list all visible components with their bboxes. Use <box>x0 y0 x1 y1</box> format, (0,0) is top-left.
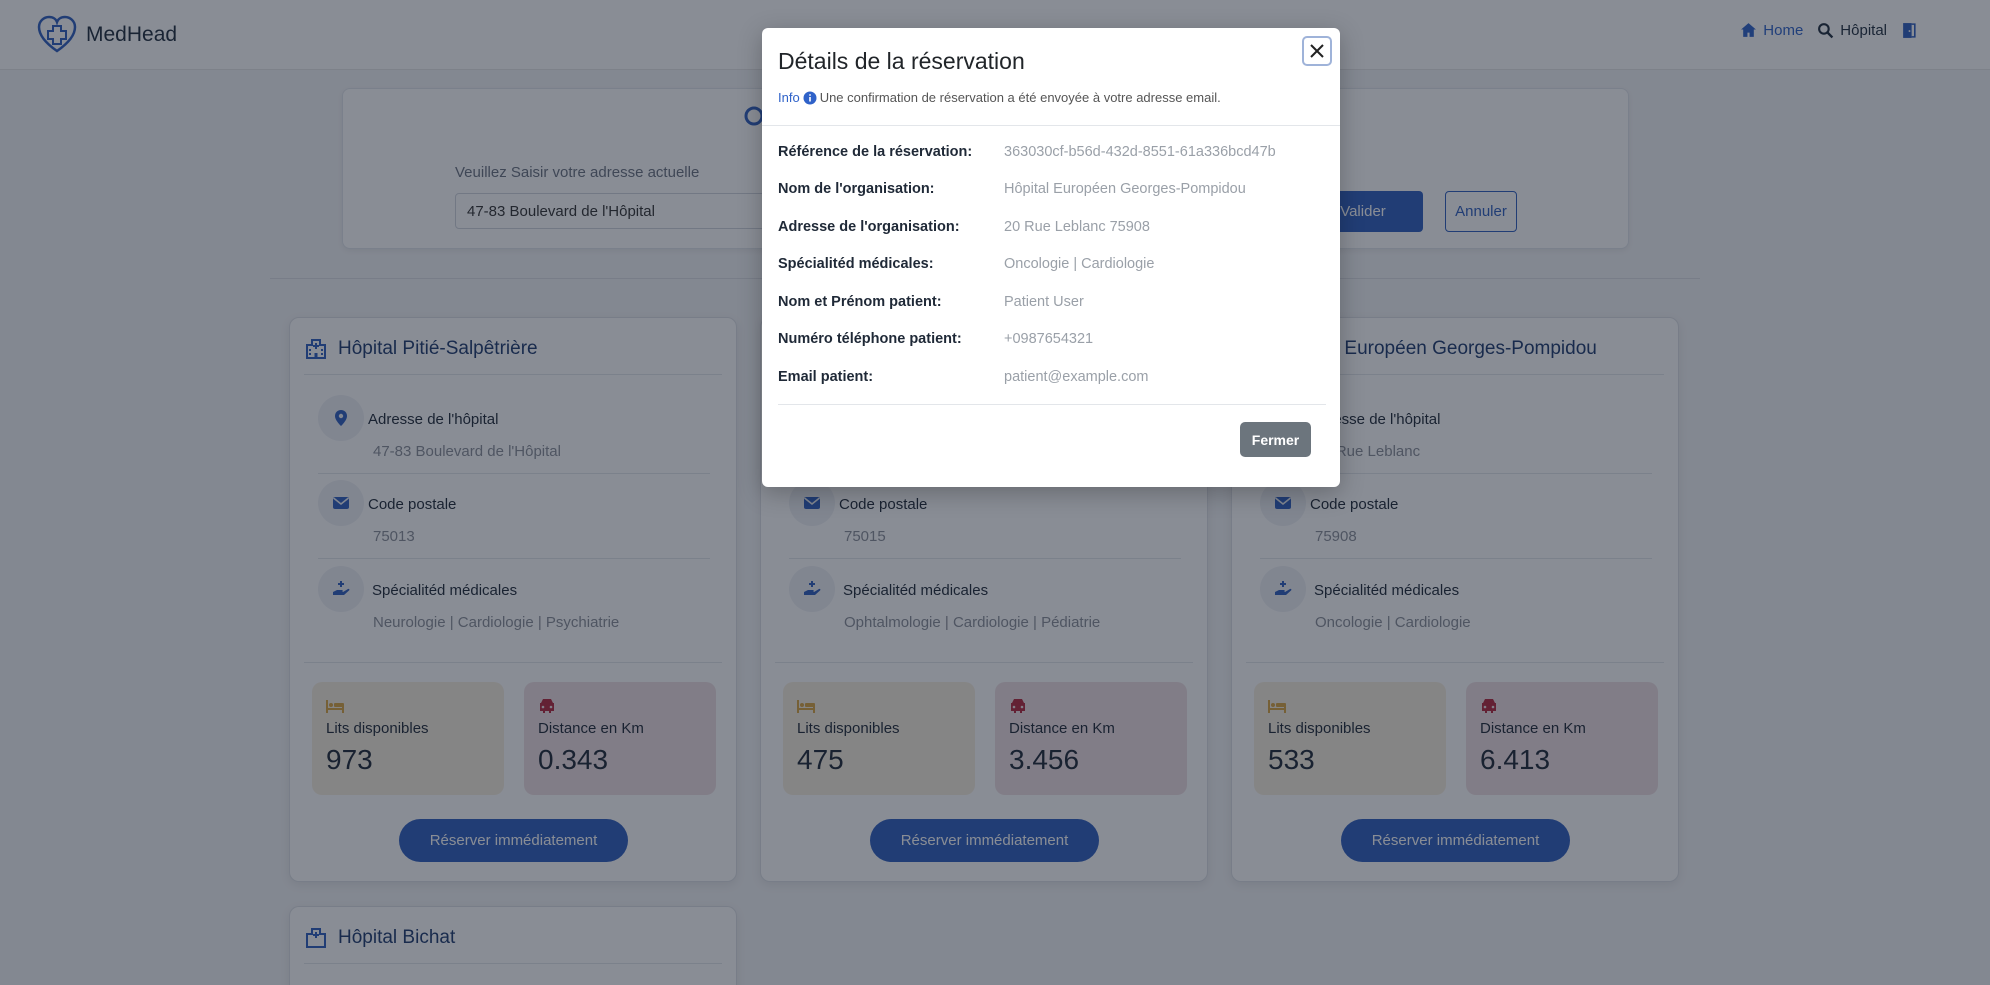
detail-key: Nom de l'organisation: <box>778 181 935 197</box>
info-text: Une confirmation de réservation a été en… <box>819 90 1221 105</box>
info-tag: Info <box>778 90 800 105</box>
detail-key: Adresse de l'organisation: <box>778 219 960 235</box>
detail-value: +0987654321 <box>1004 331 1094 347</box>
detail-key: Référence de la réservation: <box>778 144 973 160</box>
detail-value: 363030cf-b56d-432d-8551-61a336bcd47b <box>1004 144 1276 160</box>
detail-value: Oncologie | Cardiologie <box>1004 256 1155 272</box>
modal-divider <box>762 125 1340 126</box>
detail-key: Spécialitéd médicales: <box>778 256 934 272</box>
reservation-details-modal: Détails de la réservation Info Une confi… <box>762 28 1340 487</box>
detail-key: Numéro téléphone patient: <box>778 331 962 347</box>
detail-value: Patient User <box>1004 294 1084 310</box>
info-circle-icon <box>803 91 817 104</box>
detail-value: patient@example.com <box>1004 369 1149 385</box>
info-alert: Info Une confirmation de réservation a é… <box>778 90 1221 105</box>
detail-value: Hôpital Européen Georges-Pompidou <box>1004 181 1246 197</box>
modal-divider <box>778 404 1326 405</box>
modal-title: Détails de la réservation <box>778 48 1025 74</box>
detail-value: 20 Rue Leblanc 75908 <box>1004 219 1150 235</box>
close-icon <box>1310 44 1324 58</box>
modal-close-button[interactable] <box>1302 36 1332 66</box>
detail-key: Nom et Prénom patient: <box>778 294 942 310</box>
detail-key: Email patient: <box>778 369 874 385</box>
close-button[interactable]: Fermer <box>1240 422 1311 457</box>
